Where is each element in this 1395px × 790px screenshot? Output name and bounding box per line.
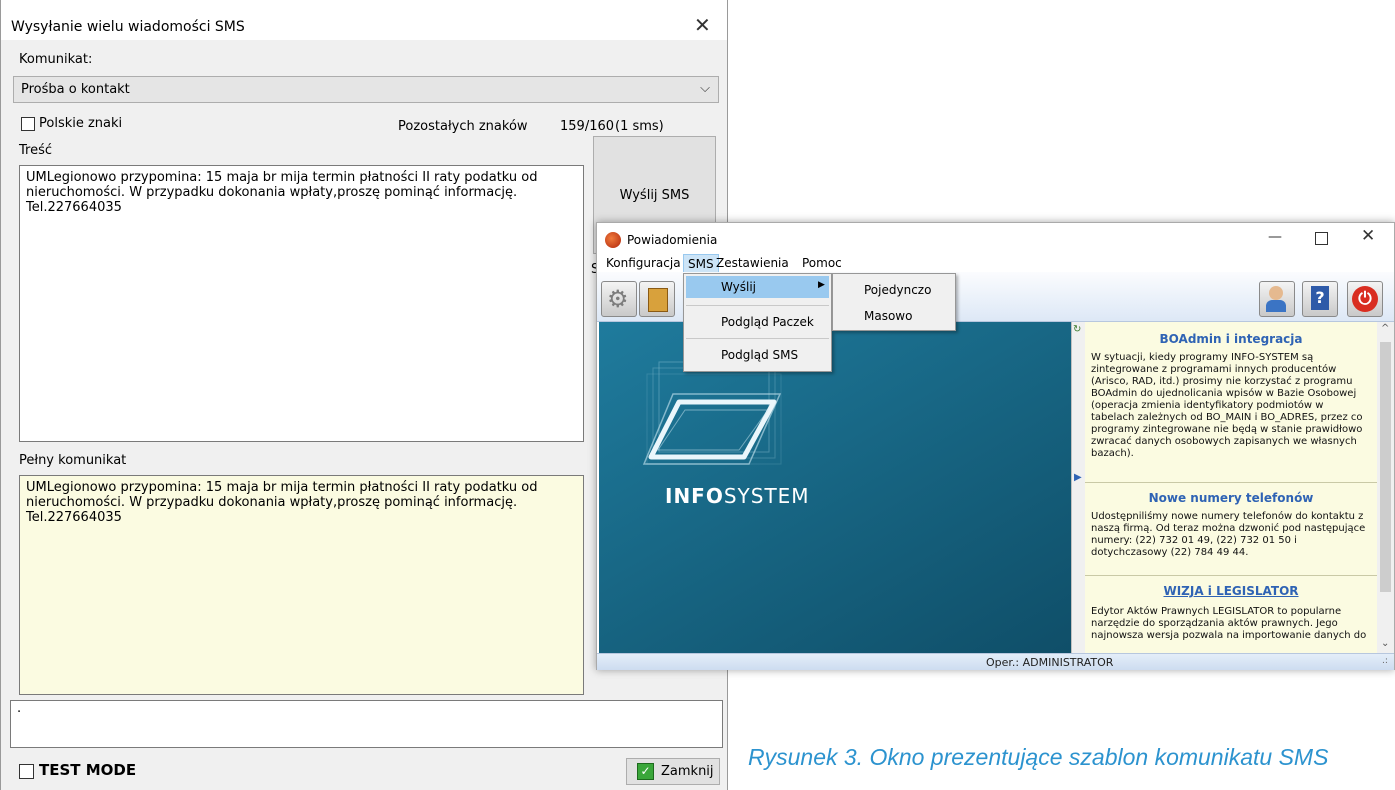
send-sms-label: Wyślij SMS [619, 187, 690, 203]
brand-panel: INFOSYSTEM [599, 322, 1079, 653]
refresh-icon[interactable]: ↻ [1073, 324, 1081, 335]
submenu-masowo[interactable]: Masowo [864, 309, 912, 323]
figure-caption: Rysunek 3. Okno prezentujące szablon kom… [748, 745, 1329, 770]
log-output: · [10, 700, 723, 748]
close-window-icon[interactable]: ✕ [1361, 226, 1375, 246]
resize-grip-icon[interactable]: .: [1382, 656, 1388, 666]
pelny-komunikat-label: Pełny komunikat [19, 453, 127, 468]
menu-separator [686, 305, 829, 306]
news-title[interactable]: BOAdmin i integracja [1085, 332, 1377, 346]
close-button[interactable]: ✓ Zamknij [626, 758, 720, 785]
app-icon [605, 232, 621, 248]
maximize-icon[interactable] [1315, 232, 1328, 245]
close-button-label: Zamknij [661, 764, 714, 779]
status-bar: Oper.: ADMINISTRATOR [597, 653, 1394, 670]
dialog-titlebar: Wysyłanie wielu wiadomości SMS ✕ [1, 0, 727, 40]
menu-item-label: Wyślij [721, 280, 757, 294]
settings-gear-icon[interactable]: ⚙ [601, 281, 637, 317]
powiadomienia-window: Powiadomienia — ✕ Konfiguracja SMS Zesta… [596, 222, 1395, 670]
checkmark-icon: ✓ [637, 763, 654, 780]
news-item: BOAdmin i integracja W sytuacji, kiedy p… [1085, 322, 1377, 483]
help-icon[interactable]: ? [1302, 281, 1338, 317]
contacts-book-icon[interactable] [639, 281, 675, 317]
close-icon[interactable]: ✕ [694, 13, 711, 37]
minimize-icon[interactable]: — [1268, 229, 1282, 245]
scroll-up-icon[interactable]: ^ [1381, 323, 1389, 334]
menu-item-wyslij[interactable]: Wyślij ▶ [686, 276, 829, 298]
menu-item-podglad-sms[interactable]: Podgląd SMS [686, 342, 829, 366]
menu-konfiguracja[interactable]: Konfiguracja [606, 256, 681, 270]
chevron-down-icon: ⌵ [700, 81, 710, 96]
window-title: Powiadomienia [627, 233, 718, 247]
news-body: Udostępniliśmy nowe numery telefonów do … [1091, 511, 1366, 558]
polskie-znaki-label: Polskie znaki [39, 116, 123, 131]
remaining-chars-value: 159/160 [560, 119, 615, 134]
komunikat-label: Komunikat: [19, 52, 93, 67]
full-message-preview: UMLegionowo przypomina: 15 maja br mija … [19, 475, 584, 695]
menu-item-podglad-paczek[interactable]: Podgląd Paczek [686, 309, 829, 333]
komunikat-select[interactable]: Prośba o kontakt ⌵ [13, 76, 719, 103]
menu-sms[interactable]: SMS [683, 254, 719, 274]
menu-separator [686, 338, 829, 339]
menu-item-label: Podgląd Paczek [721, 315, 814, 329]
message-textarea[interactable]: UMLegionowo przypomina: 15 maja br mija … [19, 165, 584, 442]
test-mode-checkbox[interactable] [19, 764, 34, 779]
splitter[interactable]: ↻ ▶ [1071, 322, 1085, 653]
remaining-chars-label: Pozostałych znaków [398, 119, 528, 134]
news-panel: BOAdmin i integracja W sytuacji, kiedy p… [1085, 322, 1377, 653]
news-body: W sytuacji, kiedy programy INFO-SYSTEM s… [1091, 352, 1363, 459]
dialog-title: Wysyłanie wielu wiadomości SMS [11, 19, 245, 35]
power-icon[interactable]: ⏻ [1347, 281, 1383, 317]
menu-item-label: Podgląd SMS [721, 348, 799, 362]
wyslij-submenu: Pojedynczo Masowo [832, 273, 956, 331]
menu-pomoc[interactable]: Pomoc [802, 256, 842, 270]
expand-arrow-icon[interactable]: ▶ [1074, 472, 1082, 483]
news-item: WIZJA i LEGISLATOR Edytor Aktów Prawnych… [1085, 576, 1377, 653]
scroll-down-icon[interactable]: ⌄ [1381, 638, 1389, 649]
news-title[interactable]: WIZJA i LEGISLATOR [1085, 584, 1377, 598]
komunikat-value: Prośba o kontakt [21, 82, 130, 97]
submenu-pojedynczo[interactable]: Pojedynczo [864, 283, 931, 297]
sms-dropdown-menu: Wyślij ▶ Podgląd Paczek Podgląd SMS [683, 273, 832, 372]
scrollbar-thumb[interactable] [1380, 342, 1391, 592]
tresc-label: Treść [19, 143, 53, 158]
news-title[interactable]: Nowe numery telefonów [1085, 491, 1377, 505]
news-item: Nowe numery telefonów Udostępniliśmy now… [1085, 483, 1377, 576]
sms-count: (1 sms) [615, 119, 664, 134]
menu-zestawienia[interactable]: Zestawienia [716, 256, 789, 270]
news-body: Edytor Aktów Prawnych LEGISLATOR to popu… [1091, 606, 1367, 641]
submenu-arrow-icon: ▶ [818, 280, 825, 290]
menu-bar: Konfiguracja SMS Zestawienia Pomoc [597, 254, 1394, 274]
infosystem-logo-text: INFOSYSTEM [665, 484, 810, 508]
user-support-icon[interactable] [1259, 281, 1295, 317]
polskie-znaki-checkbox[interactable] [21, 117, 35, 131]
news-scrollbar[interactable]: ^ ⌄ [1377, 322, 1394, 653]
test-mode-label: TEST MODE [39, 761, 137, 779]
status-operator: Oper.: ADMINISTRATOR [986, 656, 1114, 669]
